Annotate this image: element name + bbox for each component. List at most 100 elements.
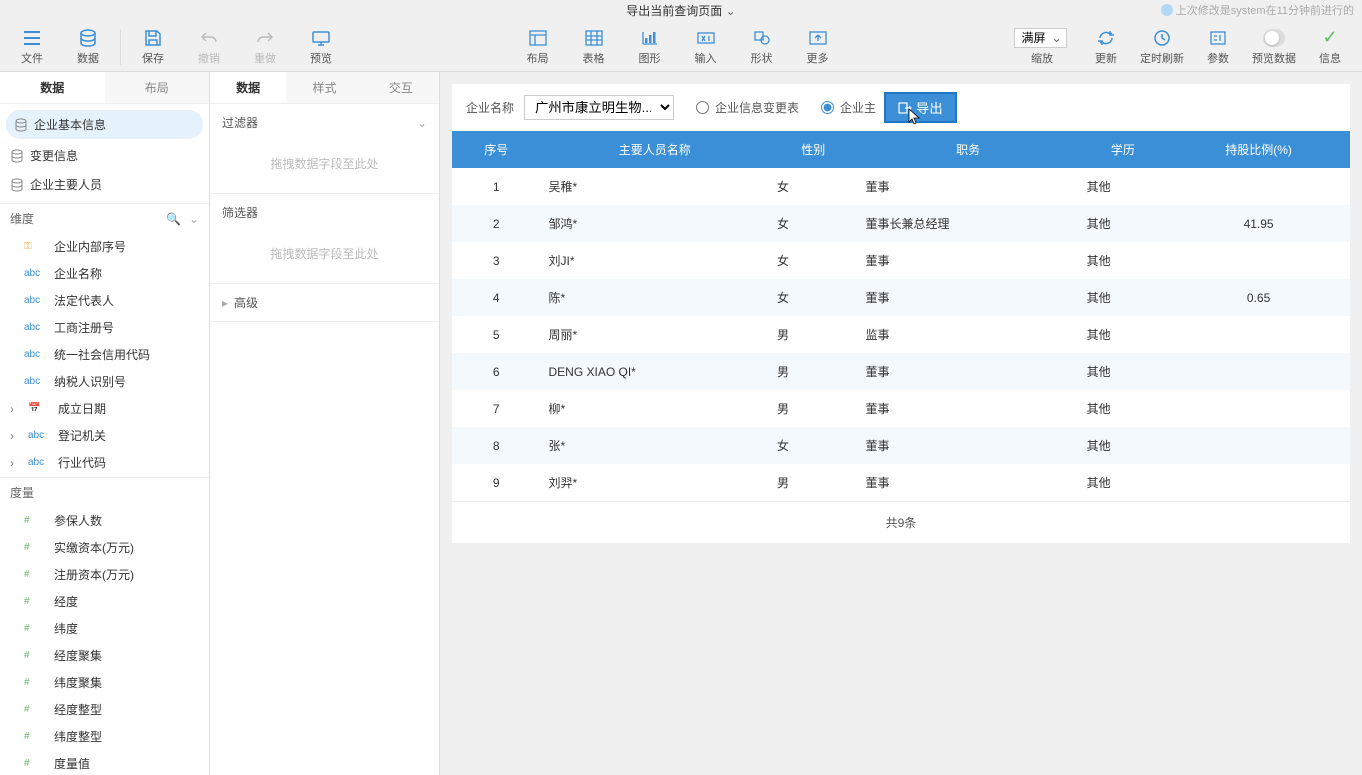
company-select[interactable]: 广州市康立明生物...: [524, 95, 674, 120]
file-button[interactable]: 文件: [4, 24, 60, 70]
config-tab-style[interactable]: 样式: [286, 72, 362, 103]
measure-field[interactable]: #经度: [0, 588, 209, 615]
table-row[interactable]: 6DENG XIAO QI*男董事其他: [452, 353, 1350, 390]
table-row[interactable]: 3刘JI*女董事其他: [452, 242, 1350, 279]
table-header[interactable]: 职务: [858, 131, 1079, 168]
refresh-button[interactable]: 更新: [1078, 24, 1134, 70]
dimension-field[interactable]: ⚿企业内部序号: [0, 233, 209, 260]
measure-field[interactable]: #参保人数: [0, 507, 209, 534]
field-label: 行业代码: [58, 454, 106, 471]
preview-data-button[interactable]: 预览数据: [1246, 24, 1302, 70]
dimension-fields: ⚿企业内部序号abc企业名称abc法定代表人abc工商注册号abc统一社会信用代…: [0, 233, 209, 477]
save-button[interactable]: 保存: [125, 24, 181, 70]
table-row[interactable]: 9刘羿*男董事其他: [452, 464, 1350, 501]
table-row[interactable]: 8张*女董事其他: [452, 427, 1350, 464]
chart-button[interactable]: 图形: [622, 24, 678, 70]
radio-company-main[interactable]: [821, 101, 834, 114]
zoom-select[interactable]: 满屏: [1014, 28, 1067, 48]
export-button[interactable]: 导出: [886, 94, 955, 121]
table-row[interactable]: 7柳*男董事其他: [452, 390, 1350, 427]
measure-fields: #参保人数#实缴资本(万元)#注册资本(万元)#经度#纬度#经度聚集#纬度聚集#…: [0, 507, 209, 775]
dataset-item[interactable]: 企业基本信息: [6, 110, 203, 139]
measure-field[interactable]: #度量值: [0, 750, 209, 775]
config-tab-interact[interactable]: 交互: [363, 72, 439, 103]
selector-section-head[interactable]: 筛选器: [210, 194, 439, 231]
table-cell: 男: [769, 390, 857, 427]
titlebar: 导出当前查询页面 上次修改是system在11分钟前进行的: [0, 0, 1362, 22]
dimension-field[interactable]: ›abc行业代码: [0, 449, 209, 476]
clock-icon: [1151, 28, 1173, 48]
measures-header: 度量: [0, 477, 209, 507]
info-button[interactable]: ✓ 信息: [1302, 24, 1358, 70]
table-header[interactable]: 序号: [452, 131, 540, 168]
table-cell: 其他: [1079, 205, 1167, 242]
redo-button[interactable]: 重做: [237, 24, 293, 70]
input-button[interactable]: 输入: [678, 24, 734, 70]
hash-icon: #: [24, 731, 48, 742]
measure-field[interactable]: #纬度聚集: [0, 669, 209, 696]
table-header[interactable]: 主要人员名称: [540, 131, 769, 168]
dimension-field[interactable]: ›abc登记机关: [0, 422, 209, 449]
table-cell: 其他: [1079, 279, 1167, 316]
layout-button[interactable]: 布局: [510, 24, 566, 70]
selector-dropzone[interactable]: 拖拽数据字段至此处: [222, 239, 427, 269]
filter-dropzone[interactable]: 拖拽数据字段至此处: [222, 149, 427, 179]
table-row[interactable]: 2邹鸿*女董事长兼总经理其他41.95: [452, 205, 1350, 242]
shape-button[interactable]: 形状: [734, 24, 790, 70]
field-label: 成立日期: [58, 400, 106, 417]
measure-field[interactable]: # 纬度整型: [0, 723, 209, 750]
timed-refresh-button[interactable]: 定时刷新: [1134, 24, 1190, 70]
measure-field[interactable]: #经度聚集: [0, 642, 209, 669]
table-cell: [1167, 464, 1350, 501]
dataset-item[interactable]: 企业主要人员: [0, 170, 209, 199]
chevron-down-icon[interactable]: ⌄: [189, 212, 199, 226]
table-cell: 女: [769, 242, 857, 279]
config-tab-data[interactable]: 数据: [210, 72, 286, 103]
params-button[interactable]: 参数: [1190, 24, 1246, 70]
table-row[interactable]: 5周丽*男监事其他: [452, 316, 1350, 353]
dimension-field[interactable]: abc企业名称: [0, 260, 209, 287]
table-cell: [1167, 353, 1350, 390]
more-button[interactable]: 更多: [790, 24, 846, 70]
field-label: 纬度整型: [54, 728, 102, 745]
table-header[interactable]: 性别: [769, 131, 857, 168]
dimension-field[interactable]: ›📅成立日期: [0, 395, 209, 422]
dimension-field[interactable]: abc工商注册号: [0, 314, 209, 341]
zoom-control[interactable]: 满屏⌄ 缩放: [1006, 24, 1078, 70]
undo-button[interactable]: 撤销: [181, 24, 237, 70]
table-row[interactable]: 1吴稚*女董事其他: [452, 168, 1350, 205]
sidebar-tab-data[interactable]: 数据: [0, 72, 105, 103]
dataset-label: 企业主要人员: [30, 176, 102, 193]
hash-icon: #: [24, 569, 48, 580]
abc-icon: abc: [24, 268, 48, 279]
data-table-wrap: 序号主要人员名称性别职务学历持股比例(%) 1吴稚*女董事其他2邹鸿*女董事长兼…: [452, 131, 1350, 543]
table-cell: 陈*: [540, 279, 769, 316]
table-cell: 1: [452, 168, 540, 205]
database-small-icon: [10, 178, 24, 192]
dimension-field[interactable]: abc纳税人识别号: [0, 368, 209, 395]
sidebar-tab-layout[interactable]: 布局: [105, 72, 210, 103]
table-header[interactable]: 学历: [1079, 131, 1167, 168]
preview-button[interactable]: 预览: [293, 24, 349, 70]
table-row[interactable]: 4陈*女董事其他0.65: [452, 279, 1350, 316]
radio-change-table[interactable]: [696, 101, 709, 114]
search-icon[interactable]: 🔍: [166, 212, 181, 226]
filter-section-head[interactable]: 过滤器 ⌄: [210, 104, 439, 141]
dataset-item[interactable]: 变更信息: [0, 141, 209, 170]
dimension-field[interactable]: abc统一社会信用代码: [0, 341, 209, 368]
data-sidebar: 数据 布局 企业基本信息变更信息企业主要人员 维度 🔍⌄ ⚿企业内部序号abc企…: [0, 72, 210, 775]
measure-field[interactable]: #纬度: [0, 615, 209, 642]
field-label: 经度聚集: [54, 647, 102, 664]
measure-field[interactable]: #实缴资本(万元): [0, 534, 209, 561]
table-header[interactable]: 持股比例(%): [1167, 131, 1350, 168]
advanced-section-head[interactable]: ▸ 高级: [210, 284, 439, 321]
field-label: 参保人数: [54, 512, 102, 529]
measure-field[interactable]: #经度整型: [0, 696, 209, 723]
dimension-field[interactable]: abc法定代表人: [0, 287, 209, 314]
toggle-icon[interactable]: [1263, 29, 1285, 47]
page-title[interactable]: 导出当前查询页面: [626, 4, 735, 18]
measure-field[interactable]: #注册资本(万元): [0, 561, 209, 588]
data-button[interactable]: 数据: [60, 24, 116, 70]
table-button[interactable]: 表格: [566, 24, 622, 70]
table-cell: 8: [452, 427, 540, 464]
